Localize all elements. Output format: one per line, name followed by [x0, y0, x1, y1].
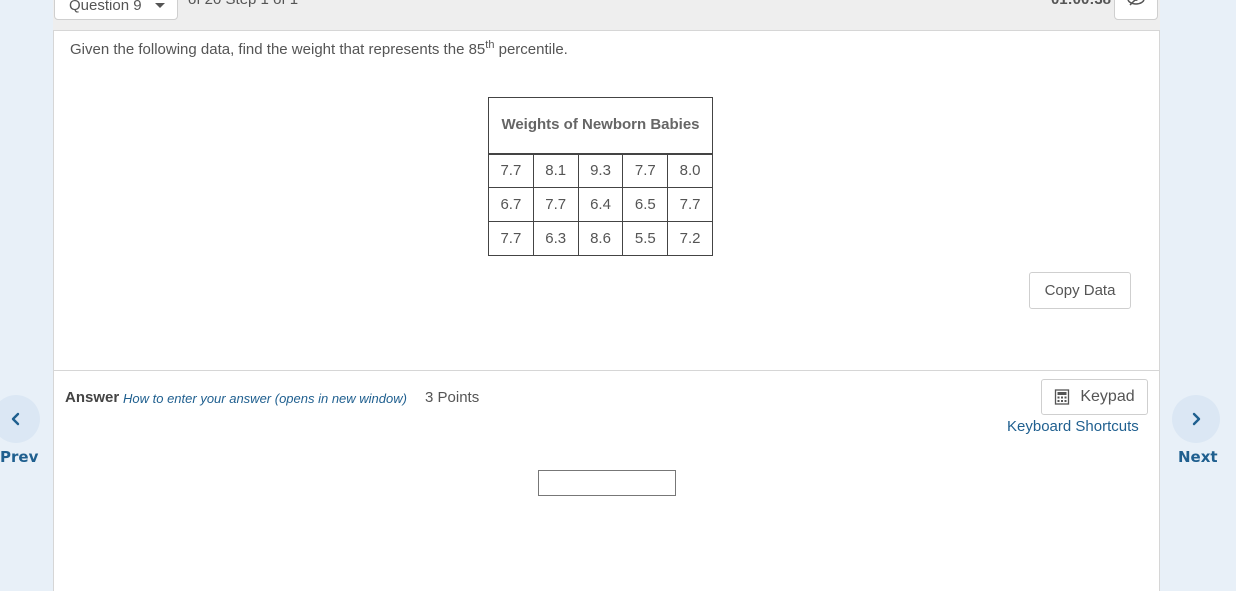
table-row: 7.7 6.3 8.6 5.5 7.2 — [488, 221, 713, 256]
question-select[interactable]: Question 9 — [54, 0, 178, 20]
prev-button[interactable] — [0, 395, 40, 443]
table-cell: 6.4 — [577, 187, 624, 222]
right-gutter: Next — [1160, 0, 1236, 591]
table-header: Weights of Newborn Babies — [488, 97, 713, 155]
left-gutter: Prev — [0, 0, 53, 591]
prev-label[interactable]: Prev — [0, 448, 38, 466]
table-cell: 6.3 — [532, 221, 579, 256]
copy-data-button[interactable]: Copy Data — [1029, 272, 1131, 309]
caret-down-icon — [155, 3, 165, 8]
keypad-label: Keypad — [1080, 388, 1135, 405]
table-cell: 6.7 — [488, 187, 534, 222]
question-text-main: Given the following data, find the weigh… — [70, 41, 486, 58]
answer-input[interactable] — [538, 470, 676, 496]
table-cell: 9.3 — [577, 153, 624, 188]
table-cell: 7.7 — [667, 187, 713, 222]
question-select-label: Question 9 — [69, 0, 142, 14]
table-row: 6.7 7.7 6.4 6.5 7.7 — [488, 187, 713, 222]
step-text: of 20 Step 1 of 1 — [188, 0, 298, 8]
calculator-icon — [1055, 389, 1070, 405]
answer-label: Answer — [65, 389, 120, 406]
points-label: 3 Points — [425, 389, 480, 406]
keyboard-shortcuts-link[interactable]: Keyboard Shortcuts — [1007, 418, 1139, 435]
next-label[interactable]: Next — [1178, 448, 1218, 466]
top-bar: Question 9 of 20 Step 1 of 1 01:00:38 — [53, 0, 1160, 31]
table-cell: 7.7 — [488, 153, 534, 188]
table-cell: 7.7 — [488, 221, 534, 256]
keypad-button[interactable]: Keypad — [1041, 379, 1148, 415]
question-panel: Given the following data, find the weigh… — [53, 31, 1160, 371]
help-link[interactable]: How to enter your answer (opens in new w… — [123, 391, 407, 406]
question-text: Given the following data, find the weigh… — [70, 39, 568, 58]
table-cell: 5.5 — [622, 221, 669, 256]
chevron-right-icon — [1192, 412, 1201, 426]
table-cell: 8.6 — [577, 221, 624, 256]
table-cell: 6.5 — [622, 187, 669, 222]
table-cell: 7.7 — [622, 153, 669, 188]
data-table: Weights of Newborn Babies 7.7 8.1 9.3 7.… — [488, 97, 713, 256]
table-row: 7.7 8.1 9.3 7.7 8.0 — [488, 153, 713, 188]
table-cell: 7.7 — [532, 187, 579, 222]
table-cell: 7.2 — [667, 221, 713, 256]
table-cell: 8.1 — [532, 153, 579, 188]
next-button[interactable] — [1172, 395, 1220, 443]
timer: 01:00:38 — [1051, 0, 1111, 8]
question-text-end: percentile. — [494, 41, 568, 58]
chevron-left-icon — [11, 412, 20, 426]
hide-timer-button[interactable] — [1114, 0, 1158, 20]
answer-panel: Answer How to enter your answer (opens i… — [53, 371, 1160, 591]
eye-icon — [1127, 0, 1145, 6]
table-cell: 8.0 — [667, 153, 713, 188]
